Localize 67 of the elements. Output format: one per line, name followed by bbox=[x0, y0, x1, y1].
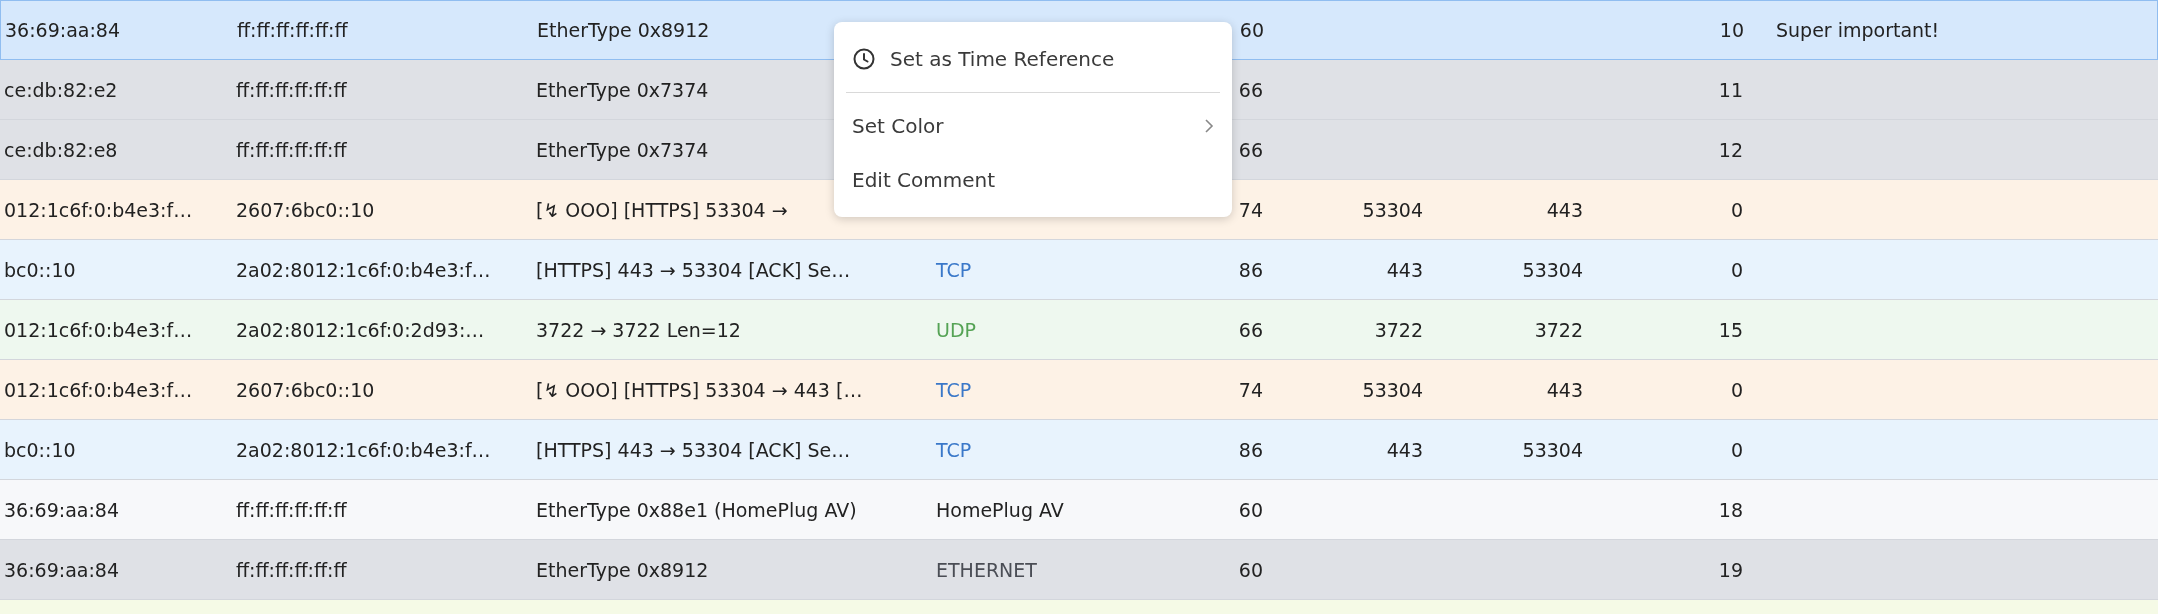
table-cell: 53304 bbox=[1522, 438, 1583, 461]
table-cell: 60 bbox=[1239, 19, 1264, 41]
table-cell-text: 2a02:8012:1c6f:0:b4e3:f… bbox=[236, 258, 492, 281]
table-cell-text: [HTTPS] 443 → 53304 [ACK] Se… bbox=[536, 438, 852, 461]
table-cell-text: ce:db:82:e2 bbox=[3, 78, 119, 101]
table-cell: 443 bbox=[1386, 258, 1423, 281]
table-cell: 53304 bbox=[1362, 378, 1423, 401]
table-cell-text: 012:1c6f:0:b4e3:f… bbox=[3, 318, 194, 341]
table-cell: 10 bbox=[1719, 19, 1744, 41]
table-cell-text: ff:ff:ff:ff:ff:ff bbox=[236, 498, 348, 521]
table-cell: 0 bbox=[1730, 438, 1743, 461]
table-cell: 11 bbox=[1718, 78, 1743, 101]
table-cell: 3722 bbox=[1534, 318, 1583, 341]
table-cell: 443 bbox=[1386, 438, 1423, 461]
table-cell: 74 bbox=[1238, 198, 1263, 221]
table-cell: 60 bbox=[1238, 498, 1263, 521]
table-cell: 0 bbox=[1730, 198, 1743, 221]
table-cell-text: Super important! bbox=[1775, 19, 1941, 41]
table-cell: 443 bbox=[1546, 198, 1583, 221]
table-cell-text: 36:69:aa:84 bbox=[3, 558, 121, 581]
table-cell-text: 36:69:aa:84 bbox=[4, 19, 122, 41]
table-cell-text: 012:1c6f:0:b4e3:f… bbox=[3, 378, 194, 401]
table-cell-text: TCP bbox=[936, 258, 973, 281]
table-cell: 66 bbox=[1238, 78, 1263, 101]
table-cell: 66 bbox=[1238, 138, 1263, 161]
table-cell: 19 bbox=[1718, 558, 1743, 581]
table-cell-text: 2607:6bc0::10 bbox=[236, 198, 376, 221]
table-cell-text: ff:ff:ff:ff:ff:ff bbox=[236, 138, 348, 161]
table-cell-text: EtherType 0x8912 bbox=[537, 19, 711, 41]
table-cell-text: ETHERNET bbox=[936, 558, 1038, 581]
table-cell: 66 bbox=[1238, 318, 1263, 341]
table-cell-text: bc0::10 bbox=[3, 438, 77, 461]
table-cell-text: EtherType 0x7374 bbox=[536, 78, 710, 101]
table-cell: 3722 bbox=[1374, 318, 1423, 341]
table-cell-text: 36:69:aa:84 bbox=[3, 498, 121, 521]
table-cell-text: 3722 → 3722 Len=12 bbox=[536, 318, 742, 341]
table-cell-text: 2607:6bc0::10 bbox=[236, 378, 376, 401]
table-cell-text: 2a02:8012:1c6f:0:2d93:… bbox=[236, 318, 486, 341]
table-cell: 0 bbox=[1730, 378, 1743, 401]
table-cell-text: [↯ OOO] [HTTPS] 53304 → bbox=[536, 198, 789, 221]
table-cell-text: 2a02:8012:1c6f:0:b4e3:f… bbox=[236, 438, 492, 461]
table-cell-text: [↯ OOO] [HTTPS] 53304 → 443 [… bbox=[536, 378, 864, 401]
table-cell: 443 bbox=[1546, 378, 1583, 401]
table-cell-text: UDP bbox=[936, 318, 977, 341]
table-cell: 86 bbox=[1238, 258, 1263, 281]
table-cell: 53304 bbox=[1522, 258, 1583, 281]
table-cell: 74 bbox=[1238, 378, 1263, 401]
table-cell: 15 bbox=[1718, 318, 1743, 341]
table-cell: 18 bbox=[1718, 498, 1743, 521]
table-cell-text: bc0::10 bbox=[3, 258, 77, 281]
table-cell-text: EtherType 0x7374 bbox=[536, 138, 710, 161]
table-cell: 60 bbox=[1238, 558, 1263, 581]
table-cell: 0 bbox=[1730, 258, 1743, 281]
table-cell-text: EtherType 0x8912 bbox=[536, 558, 710, 581]
table-cell-text: TCP bbox=[936, 438, 973, 461]
table-cell-text: ff:ff:ff:ff:ff:ff bbox=[236, 558, 348, 581]
table-cell-text: ff:ff:ff:ff:ff:ff bbox=[236, 78, 348, 101]
table-cell: 53304 bbox=[1362, 198, 1423, 221]
table-cell-text: ff:ff:ff:ff:ff:ff bbox=[237, 19, 349, 41]
table-cell-text: 012:1c6f:0:b4e3:f… bbox=[3, 198, 194, 221]
table-cell-text: ce:db:82:e8 bbox=[3, 138, 119, 161]
table-cell-text: EtherType 0x88e1 (HomePlug AV) bbox=[536, 498, 858, 521]
table-cell: 12 bbox=[1718, 138, 1743, 161]
table-cell-text: HomePlug AV bbox=[936, 498, 1065, 521]
table-cell-text: [HTTPS] 443 → 53304 [ACK] Se… bbox=[536, 258, 852, 281]
table-cell-text: TCP bbox=[936, 378, 973, 401]
table-cell: 86 bbox=[1238, 438, 1263, 461]
